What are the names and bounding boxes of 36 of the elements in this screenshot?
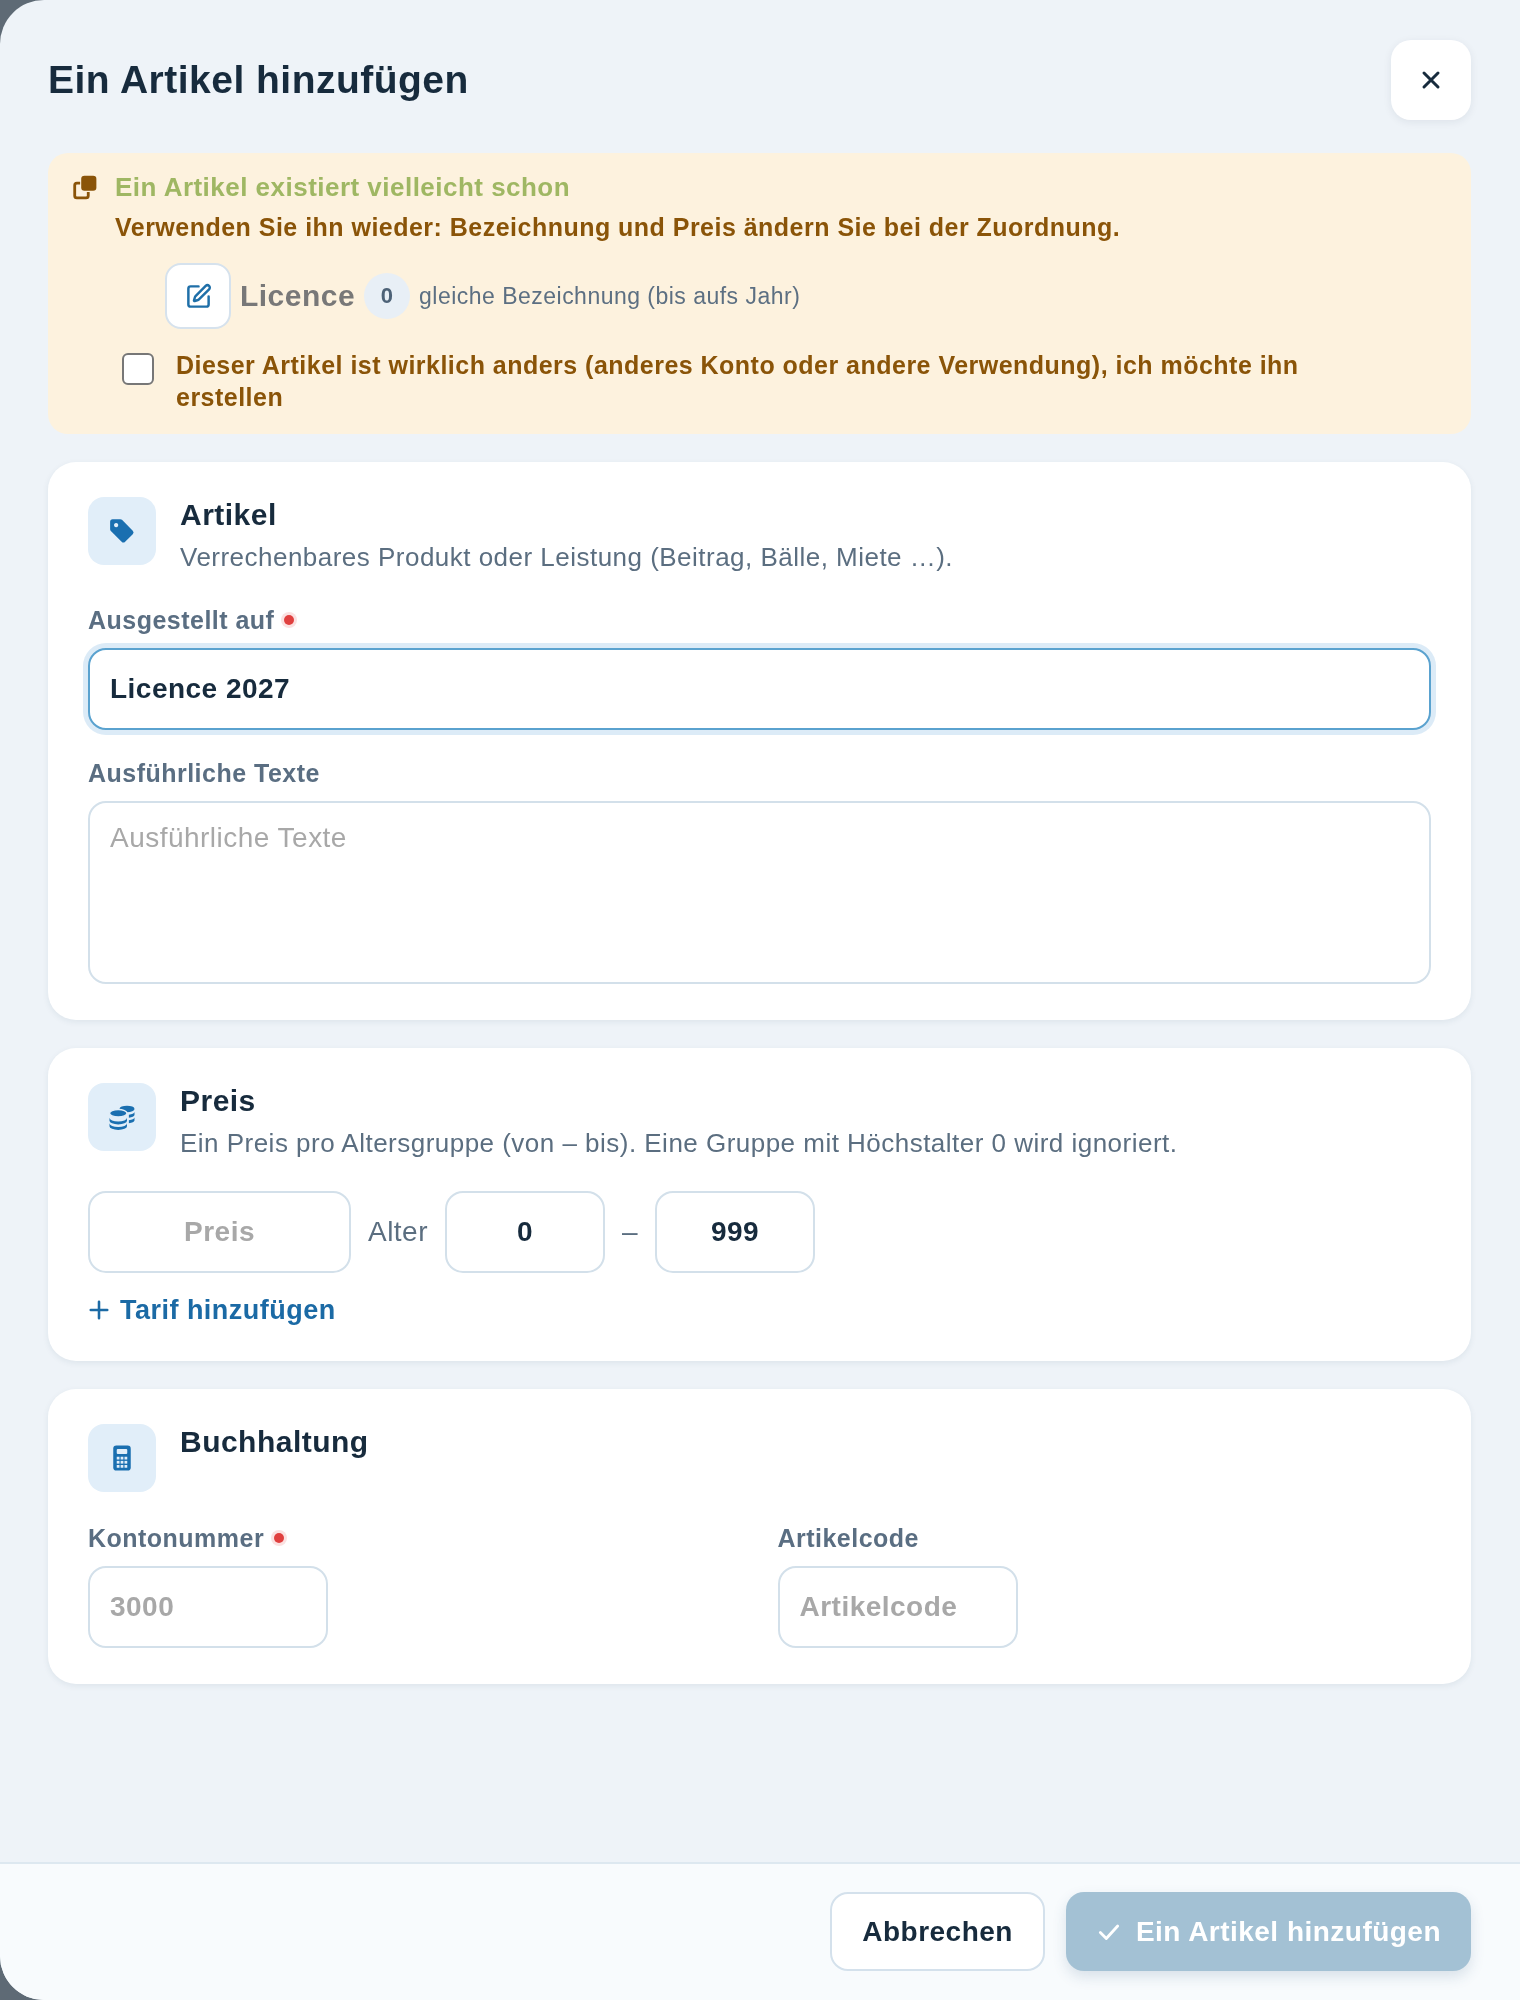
section-title: Artikel <box>180 497 278 533</box>
age-from-field[interactable]: 0 <box>445 1191 605 1273</box>
plus-icon <box>88 1299 110 1321</box>
field-label: Ausführliche Texte <box>88 758 320 788</box>
warning-title: Ein Artikel existiert vielleicht schon <box>115 171 571 203</box>
section-title: Preis <box>180 1083 257 1119</box>
cancel-button[interactable]: Abbrechen <box>830 1892 1045 1971</box>
field-label: Kontonummer <box>88 1523 265 1553</box>
section-title: Buchhaltung <box>180 1424 369 1460</box>
textarea-field[interactable]: Ausführliche Texte <box>88 801 1431 984</box>
tag-icon <box>88 497 156 565</box>
dialog-title: Ein Artikel hinzufügen <box>48 58 469 102</box>
field-label: Ausgestellt auf <box>88 605 275 635</box>
input-field[interactable]: 3000 <box>88 1566 328 1648</box>
edit-icon <box>184 282 212 310</box>
section-description: Ein Preis pro Altersgruppe (von – bis). Eine Gruppe mit Höchstalter 0 wird ignoriert. <box>180 1127 1178 1160</box>
count-badge: 0 <box>364 273 411 319</box>
match-name: Licence <box>240 279 356 313</box>
calculator-icon <box>88 1424 156 1492</box>
checkbox-label: Dieser Artikel ist wirklich anders (anderes Konto oder andere Verwendung), ich möchte ihn erstellen <box>176 350 1300 413</box>
add-tariff-link[interactable]: Tarif hinzufügen <box>88 1295 336 1325</box>
input-field[interactable]: Licence 2027 <box>88 648 1431 730</box>
field-label: Artikelcode <box>777 1523 919 1553</box>
input-field[interactable]: Artikelcode <box>777 1566 1018 1648</box>
price-field[interactable]: Preis <box>88 1191 351 1273</box>
section-description: Verrechenbares Produkt oder Leistung (Beitrag, Bälle, Miete …). <box>180 541 954 574</box>
range-separator: – <box>622 1216 639 1248</box>
age-to-field[interactable]: 999 <box>655 1191 816 1273</box>
checkbox[interactable] <box>122 353 154 385</box>
edit-button[interactable] <box>165 263 231 329</box>
age-label: Alter <box>368 1216 428 1248</box>
copy-icon <box>72 174 98 200</box>
match-note: gleiche Bezeichnung (bis aufs Jahr) <box>419 282 801 310</box>
close-button[interactable] <box>1391 40 1471 120</box>
warning-message: Verwenden Sie ihn wieder: Bezeichnung und Preis ändern Sie bei der Zuordnung. <box>115 212 1122 243</box>
coins-icon <box>88 1083 156 1151</box>
